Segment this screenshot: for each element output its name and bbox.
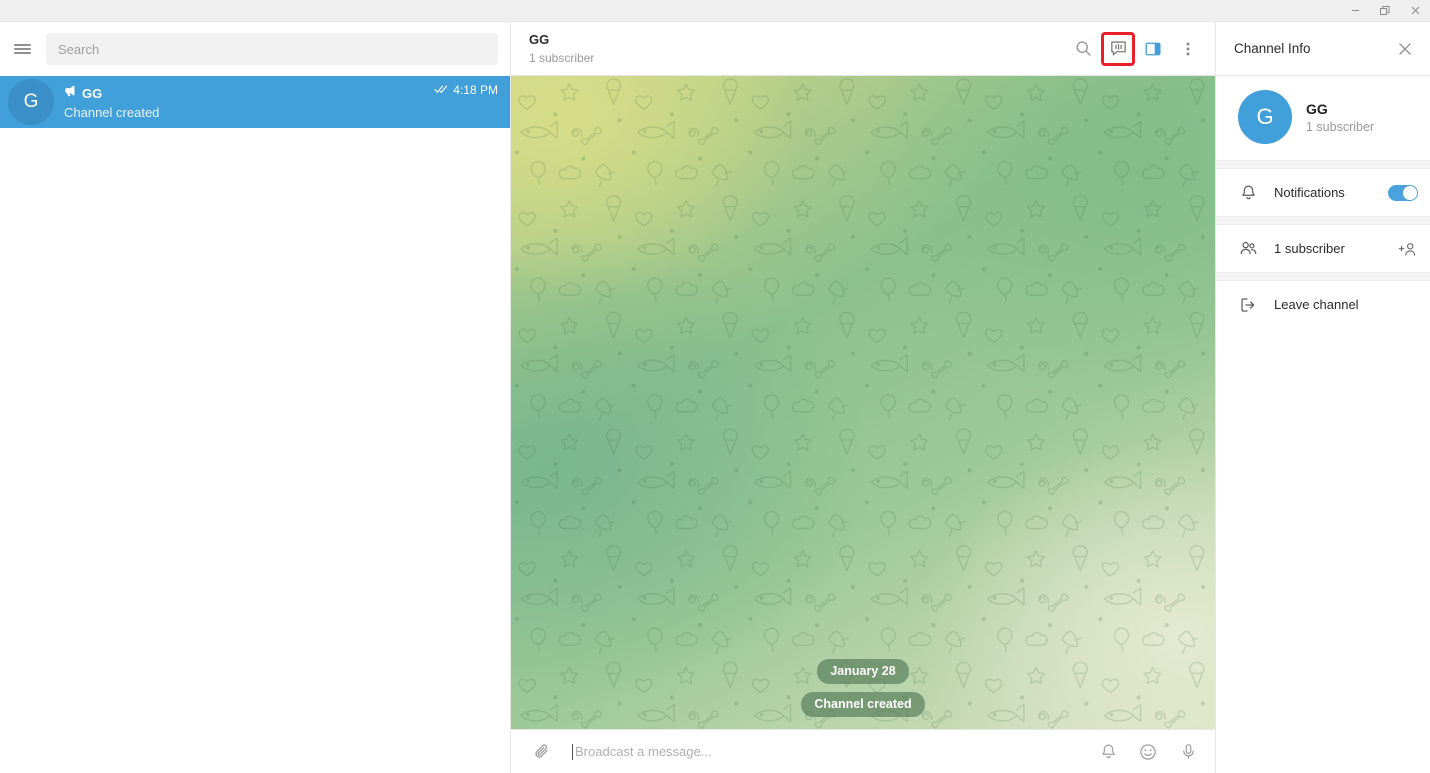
close-icon[interactable] <box>1392 36 1418 62</box>
discussion-icon[interactable] <box>1101 31 1135 66</box>
sidebar-searchbar: Search <box>0 22 510 76</box>
bell-icon <box>1238 184 1258 201</box>
chat-item-top-row: GG <box>64 84 424 102</box>
window-titlebar <box>0 0 1430 22</box>
chat-item-meta: 4:18 PM <box>434 81 498 99</box>
info-panel-profile[interactable]: G GG 1 subscriber <box>1216 76 1430 160</box>
search-placeholder: Search <box>58 41 100 57</box>
service-message: Channel created <box>801 692 925 717</box>
leave-channel-label: Leave channel <box>1274 297 1359 312</box>
chat-item-title: GG <box>82 85 103 101</box>
window-body: Search G GG Channel created 4:18 PM GG 1… <box>0 22 1430 773</box>
channel-info-panel: Channel Info G GG 1 subscriber Notificat… <box>1215 22 1430 773</box>
telegram-desktop-window: Search G GG Channel created 4:18 PM GG 1… <box>0 0 1430 773</box>
leave-icon <box>1238 296 1258 314</box>
message-area: January 28 Channel created <box>511 76 1215 729</box>
microphone-icon[interactable] <box>1173 737 1203 767</box>
conversation-column: GG 1 subscriber January 28 Channel creat… <box>511 22 1215 773</box>
silent-bell-icon[interactable] <box>1093 737 1123 767</box>
message-composer: Broadcast a message... <box>511 729 1215 773</box>
channel-subscriber-count: 1 subscriber <box>1306 120 1375 134</box>
notifications-label: Notifications <box>1274 185 1345 200</box>
double-check-icon <box>434 81 449 99</box>
chat-item-content: GG Channel created <box>64 84 424 121</box>
search-icon[interactable] <box>1068 34 1098 64</box>
info-panel-header: Channel Info <box>1216 22 1430 76</box>
message-placeholder: Broadcast a message... <box>575 744 712 759</box>
info-row-notifications[interactable]: Notifications <box>1216 169 1430 216</box>
conversation-subtitle: 1 subscriber <box>529 50 595 65</box>
conversation-header-actions <box>1068 31 1203 66</box>
section-divider <box>1216 160 1430 169</box>
window-close-button[interactable] <box>1400 0 1430 22</box>
message-stack: January 28 Channel created <box>801 659 925 717</box>
hamburger-menu-icon[interactable] <box>8 35 36 63</box>
window-minimize-button[interactable] <box>1340 0 1370 22</box>
avatar: G <box>8 79 54 125</box>
message-input[interactable]: Broadcast a message... <box>567 743 1083 760</box>
conversation-header-info[interactable]: GG 1 subscriber <box>529 32 1068 66</box>
avatar: G <box>1238 90 1292 144</box>
subscribers-label: 1 subscriber <box>1274 241 1345 256</box>
info-row-subscribers[interactable]: 1 subscriber <box>1216 225 1430 272</box>
add-person-icon[interactable] <box>1398 240 1418 258</box>
chat-item-time: 4:18 PM <box>453 83 498 97</box>
chat-list-item-gg[interactable]: G GG Channel created 4:18 PM <box>0 76 510 128</box>
paperclip-icon[interactable] <box>527 737 557 767</box>
section-divider <box>1216 272 1430 281</box>
chat-background-pattern <box>511 76 1215 729</box>
panel-toggle-icon[interactable] <box>1138 34 1168 64</box>
conversation-header: GG 1 subscriber <box>511 22 1215 76</box>
window-restore-button[interactable] <box>1370 0 1400 22</box>
text-caret <box>572 743 573 760</box>
more-options-icon[interactable] <box>1173 34 1203 64</box>
channel-name: GG <box>1306 101 1328 117</box>
date-divider: January 28 <box>817 659 909 684</box>
notifications-toggle[interactable] <box>1388 184 1418 201</box>
chat-item-preview: Channel created <box>64 105 160 120</box>
info-panel-title: Channel Info <box>1234 41 1311 56</box>
section-divider <box>1216 216 1430 225</box>
members-icon <box>1238 239 1258 258</box>
search-input[interactable]: Search <box>46 33 498 65</box>
info-row-leave-channel[interactable]: Leave channel <box>1216 281 1430 328</box>
megaphone-icon <box>64 84 77 102</box>
info-panel-profile-text: GG 1 subscriber <box>1306 100 1374 134</box>
chat-list-sidebar: Search G GG Channel created 4:18 PM <box>0 22 511 773</box>
conversation-title: GG <box>529 31 550 47</box>
emoji-icon[interactable] <box>1133 737 1163 767</box>
chat-list: G GG Channel created 4:18 PM <box>0 76 510 773</box>
